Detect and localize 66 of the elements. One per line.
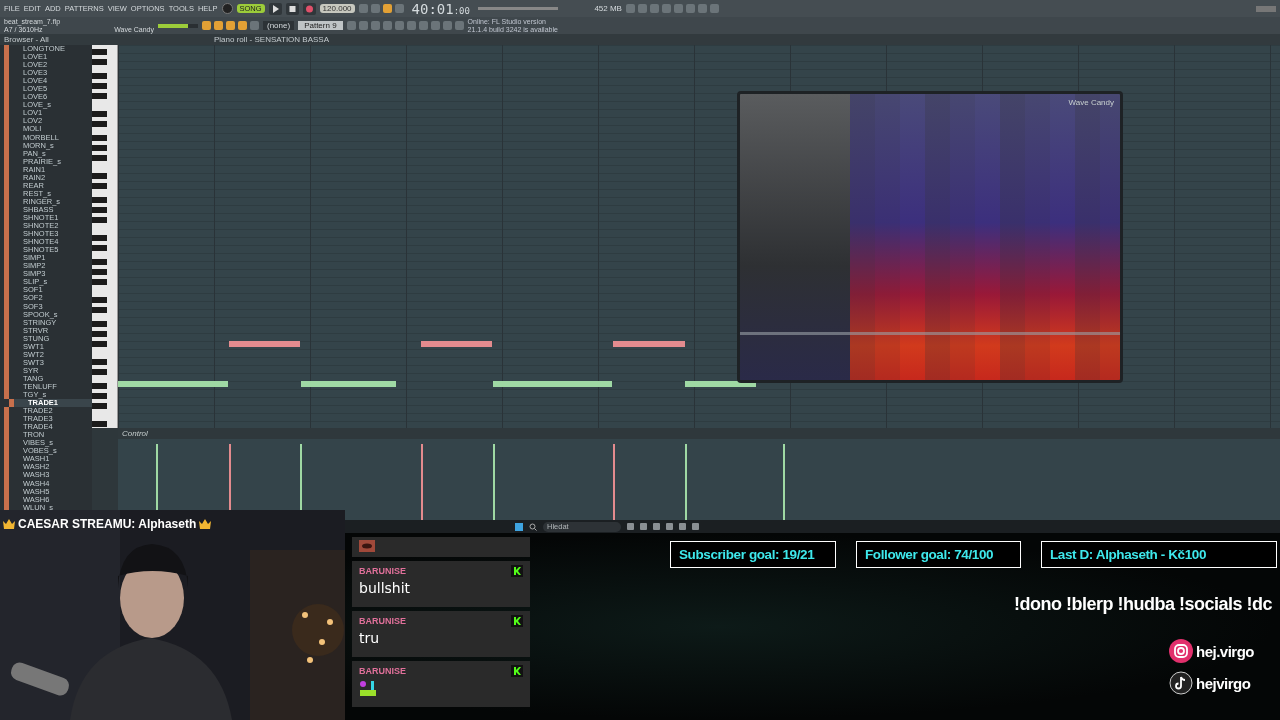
knob-icon[interactable] <box>221 3 233 14</box>
commands-text: !dono !blerp !hudba !socials !dc <box>1014 594 1272 615</box>
toolbar-square-icon[interactable] <box>214 21 223 30</box>
lane-label[interactable]: Control <box>118 429 148 438</box>
play-icon[interactable] <box>268 2 282 15</box>
master-volume-slider[interactable] <box>158 23 198 28</box>
chat-text: tru <box>359 630 381 646</box>
snap-dropdown[interactable]: (none) <box>263 21 295 30</box>
toolbar-square-icon[interactable] <box>442 21 452 30</box>
piano-roll-title: Piano roll - SENSATION BASSA <box>213 35 329 44</box>
instagram-icon <box>1169 639 1193 663</box>
toolbar-square-icon[interactable] <box>697 4 707 13</box>
toolbar-square-icon[interactable] <box>394 4 404 13</box>
tempo-display[interactable]: 120.000 <box>319 4 355 13</box>
social-handle: hej.virgo <box>1196 642 1254 660</box>
banner-text: CAESAR STREAMU: Alphaseth <box>18 517 197 531</box>
chat-username: BARUNISE <box>359 666 406 676</box>
window-title: Wave Candy <box>1068 98 1114 107</box>
goal-label: Last D: Alphaseth - Kč100 <box>1041 541 1277 568</box>
toolbar-square-icon[interactable] <box>202 21 211 30</box>
browser-title: Browser - All <box>3 35 50 44</box>
badge-icon <box>511 565 523 577</box>
toolbar-square-icon[interactable] <box>685 4 695 13</box>
badge-icon <box>511 615 523 627</box>
emote-icon <box>359 540 375 552</box>
toolbar-square-icon[interactable] <box>358 4 368 13</box>
badge-icon <box>511 665 523 677</box>
toolbar-square-icon[interactable] <box>406 21 416 30</box>
toolbar-square-icon[interactable] <box>250 21 259 30</box>
toolbar-square-icon[interactable] <box>346 21 356 30</box>
time-display: 40:01:00 <box>411 0 470 17</box>
memory-display: 452 MB <box>593 4 622 13</box>
toolbar-square-icon[interactable] <box>370 4 380 13</box>
crown-icon <box>3 519 15 529</box>
crown-icon <box>199 519 212 529</box>
chat-text: bullshit <box>359 580 412 596</box>
stop-icon[interactable] <box>285 2 299 15</box>
tiktok-icon <box>1169 671 1193 695</box>
toolbar-square-icon[interactable] <box>370 21 380 30</box>
search-icon <box>529 522 537 531</box>
piano-keyboard[interactable] <box>92 45 118 428</box>
chat-username: BARUNISE <box>359 616 406 626</box>
toolbar-square-icon[interactable] <box>382 21 392 30</box>
note[interactable] <box>685 381 756 387</box>
pattern-selector[interactable]: Pattern 9 <box>298 21 343 30</box>
toolbar-square-icon[interactable] <box>709 4 719 13</box>
toolbar-square-icon[interactable] <box>358 21 368 30</box>
toolbar-square-icon[interactable] <box>382 4 392 13</box>
toolbar-square-icon[interactable] <box>394 21 404 30</box>
toolbar-square-icon[interactable] <box>637 4 647 13</box>
start-icon[interactable] <box>515 522 523 531</box>
toolbar-square-icon[interactable] <box>238 21 247 30</box>
goal-label: Follower goal: 74/100 <box>856 541 1021 568</box>
toolbar-square-icon[interactable] <box>673 4 683 13</box>
toolbar-square-icon[interactable] <box>226 21 235 30</box>
toolbar-square-icon[interactable] <box>661 4 671 13</box>
emote-icon <box>359 680 377 698</box>
chat-username: BARUNISE <box>359 566 406 576</box>
toolbar-square-icon[interactable] <box>454 21 464 30</box>
toolbar-square-icon[interactable] <box>625 4 635 13</box>
toolbar-square-icon[interactable] <box>649 4 659 13</box>
toolbar-square-icon[interactable] <box>430 21 440 30</box>
goal-label: Subscriber goal: 19/21 <box>670 541 836 568</box>
social-handle: hejvirgo <box>1196 674 1251 692</box>
piano-roll-grid[interactable]: Wave Candy <box>118 45 1280 428</box>
toolbar-square-icon[interactable] <box>418 21 428 30</box>
